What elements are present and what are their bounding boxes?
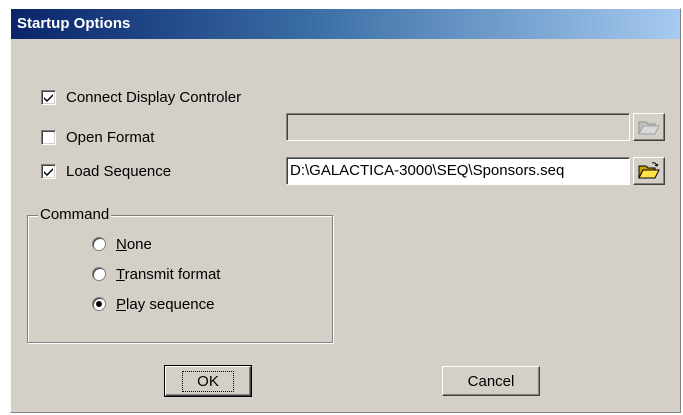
- check-icon: [44, 167, 53, 176]
- radio-selected-dot: [96, 301, 102, 307]
- command-groupbox: Command None Transmit format Play sequen…: [27, 206, 333, 343]
- ok-button-label: OK: [182, 370, 234, 392]
- check-icon: [44, 93, 53, 102]
- radio-transmit-format-button[interactable]: [92, 267, 106, 281]
- radio-none-button[interactable]: [92, 237, 106, 251]
- open-format-checkbox-row[interactable]: Open Format: [41, 127, 154, 147]
- open-format-path-field: [286, 113, 630, 141]
- connect-display-checkbox[interactable]: [41, 89, 56, 105]
- radio-none-label: None: [116, 235, 152, 253]
- dialog-title: Startup Options: [11, 9, 680, 39]
- open-folder-icon: [638, 121, 660, 135]
- open-folder-icon: [638, 162, 660, 179]
- radio-play-sequence[interactable]: Play sequence: [92, 294, 214, 314]
- connect-display-label: Connect Display Controler: [66, 88, 242, 106]
- command-group-label: Command: [38, 206, 112, 223]
- startup-options-dialog: Startup Options Connect Display Controle…: [10, 8, 681, 413]
- open-format-checkbox[interactable]: [41, 129, 56, 145]
- load-sequence-browse-button[interactable]: [633, 157, 665, 185]
- load-sequence-checkbox[interactable]: [41, 163, 56, 179]
- ok-button[interactable]: OK: [164, 365, 252, 397]
- cancel-button[interactable]: Cancel: [442, 366, 540, 396]
- open-format-browse-button: [633, 113, 665, 141]
- load-sequence-checkbox-row[interactable]: Load Sequence: [41, 161, 171, 181]
- radio-transmit-format[interactable]: Transmit format: [92, 264, 220, 284]
- radio-play-sequence-button[interactable]: [92, 297, 106, 311]
- cancel-button-label: Cancel: [467, 372, 515, 390]
- open-format-label: Open Format: [66, 128, 155, 146]
- connect-display-checkbox-row[interactable]: Connect Display Controler: [41, 87, 241, 107]
- radio-play-sequence-label: Play sequence: [116, 295, 215, 313]
- load-sequence-path-field[interactable]: D:\GALACTICA-3000\SEQ\Sponsors.seq: [286, 157, 630, 185]
- radio-none[interactable]: None: [92, 234, 152, 254]
- load-sequence-label: Load Sequence: [66, 162, 172, 180]
- radio-transmit-format-label: Transmit format: [116, 265, 221, 283]
